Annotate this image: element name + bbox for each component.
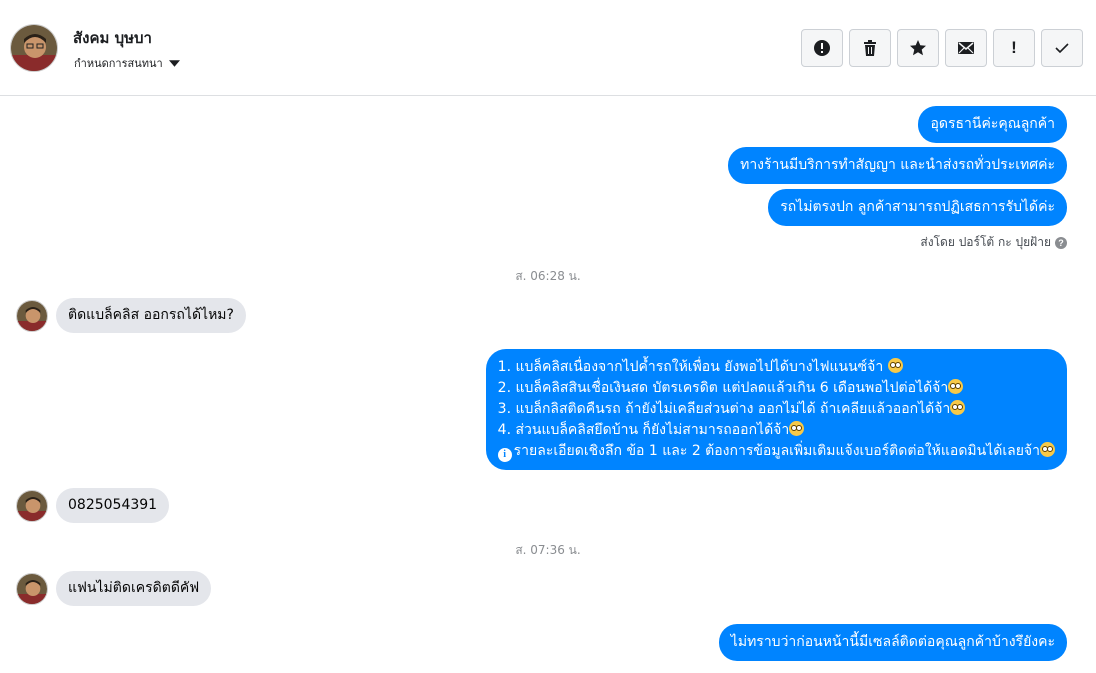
conversation-header: สังคม บุษบา กำหนดการสนทนา !: [0, 0, 1096, 96]
mark-done-button[interactable]: [1041, 29, 1083, 67]
sender-avatar[interactable]: [16, 572, 48, 605]
message-row: 1. แบล็คลิสเนื่องจากไปค้ำรถให้เพื่อน ยัง…: [485, 349, 1067, 470]
message-row: ไม่ทราบว่าก่อนหน้านี้มีเซลล์ติดต่อคุณลูก…: [718, 624, 1067, 661]
info-icon: i: [497, 448, 512, 462]
message-thread[interactable]: อุดรธานีค่ะคุณลูกค้า ทางร้านมีบริการทำสั…: [0, 97, 1096, 673]
message-row: ติดแบล็คลิส ออกรถได้ไหม?: [16, 298, 246, 333]
timestamp: ส. 07:36 น.: [515, 543, 581, 557]
trash-icon: [864, 40, 876, 56]
list-line: 2. แบล็คลิสสินเชื่อเงินสด บัตรเครดิต แต่…: [498, 378, 1055, 399]
emoji-icon: [1040, 442, 1055, 457]
message-row: ทางร้านมีบริการทำสัญญา และนำส่งรถทั่วประ…: [728, 147, 1067, 184]
outgoing-message-list[interactable]: 1. แบล็คลิสเนื่องจากไปค้ำรถให้เพื่อน ยัง…: [485, 349, 1067, 470]
mark-unread-button[interactable]: [945, 29, 987, 67]
emoji-icon: [950, 400, 966, 415]
list-line: 3. แบล็กลิสติดคืนรถ ถ้ายังไม่เคลียส่วนต่…: [498, 399, 1055, 420]
star-button[interactable]: [897, 29, 939, 67]
sent-by-text: ส่งโดย ปอร์โต้ กะ ปุยฝ้าย: [920, 235, 1051, 249]
emoji-icon: [887, 358, 903, 373]
message-row: 0825054391: [16, 488, 170, 523]
sender-avatar[interactable]: [16, 489, 48, 522]
assign-conversation-dropdown[interactable]: กำหนดการสนทนา: [74, 55, 180, 71]
follow-up-button[interactable]: !: [993, 29, 1035, 67]
outgoing-message[interactable]: ทางร้านมีบริการทำสัญญา และนำส่งรถทั่วประ…: [728, 147, 1067, 184]
incoming-message[interactable]: ติดแบล็คลิส ออกรถได้ไหม?: [56, 298, 246, 333]
conversation-toolbar: !: [801, 29, 1083, 67]
delete-button[interactable]: [849, 29, 891, 67]
mark-spam-button[interactable]: [801, 29, 843, 67]
assign-conversation-label: กำหนดการสนทนา: [74, 57, 163, 70]
contact-name[interactable]: สังคม บุษบา: [73, 26, 152, 50]
outgoing-message[interactable]: อุดรธานีค่ะคุณลูกค้า: [918, 106, 1067, 143]
exclamation-icon: !: [1011, 38, 1017, 57]
message-row: รถไม่ตรงปก ลูกค้าสามารถปฏิเสธการรับได้ค่…: [768, 189, 1067, 226]
star-icon: [910, 40, 926, 56]
emoji-icon: [789, 421, 805, 436]
outgoing-message[interactable]: ไม่ทราบว่าก่อนหน้านี้มีเซลล์ติดต่อคุณลูก…: [718, 624, 1067, 661]
alert-circle-icon: [814, 40, 830, 56]
timestamp: ส. 06:28 น.: [515, 269, 581, 283]
sender-avatar[interactable]: [16, 299, 48, 332]
help-icon[interactable]: ?: [1055, 236, 1067, 249]
checkmark-icon: [1055, 43, 1069, 54]
contact-avatar[interactable]: [10, 24, 58, 72]
incoming-message[interactable]: แฟนไม่ติดเครดิตดีคัฟ: [56, 571, 212, 606]
list-line: 1. แบล็คลิสเนื่องจากไปค้ำรถให้เพื่อน ยัง…: [498, 357, 1055, 378]
emoji-icon: [948, 379, 964, 394]
caret-down-icon: [168, 59, 180, 67]
list-line: i รายละเอียดเชิงลึก ข้อ 1 และ 2 ต้องการข้…: [497, 441, 1055, 462]
list-line: 4. ส่วนแบล็คลิสยึดบ้าน ก็ยังไม่สามารถออก…: [498, 420, 1055, 441]
incoming-message[interactable]: 0825054391: [56, 488, 170, 523]
message-row: แฟนไม่ติดเครดิตดีคัฟ: [16, 571, 212, 606]
sent-by-label: ส่งโดย ปอร์โต้ กะ ปุยฝ้าย ?: [920, 233, 1067, 252]
message-row: อุดรธานีค่ะคุณลูกค้า: [918, 106, 1067, 143]
outgoing-message[interactable]: รถไม่ตรงปก ลูกค้าสามารถปฏิเสธการรับได้ค่…: [768, 189, 1067, 226]
envelope-icon: [958, 42, 974, 54]
